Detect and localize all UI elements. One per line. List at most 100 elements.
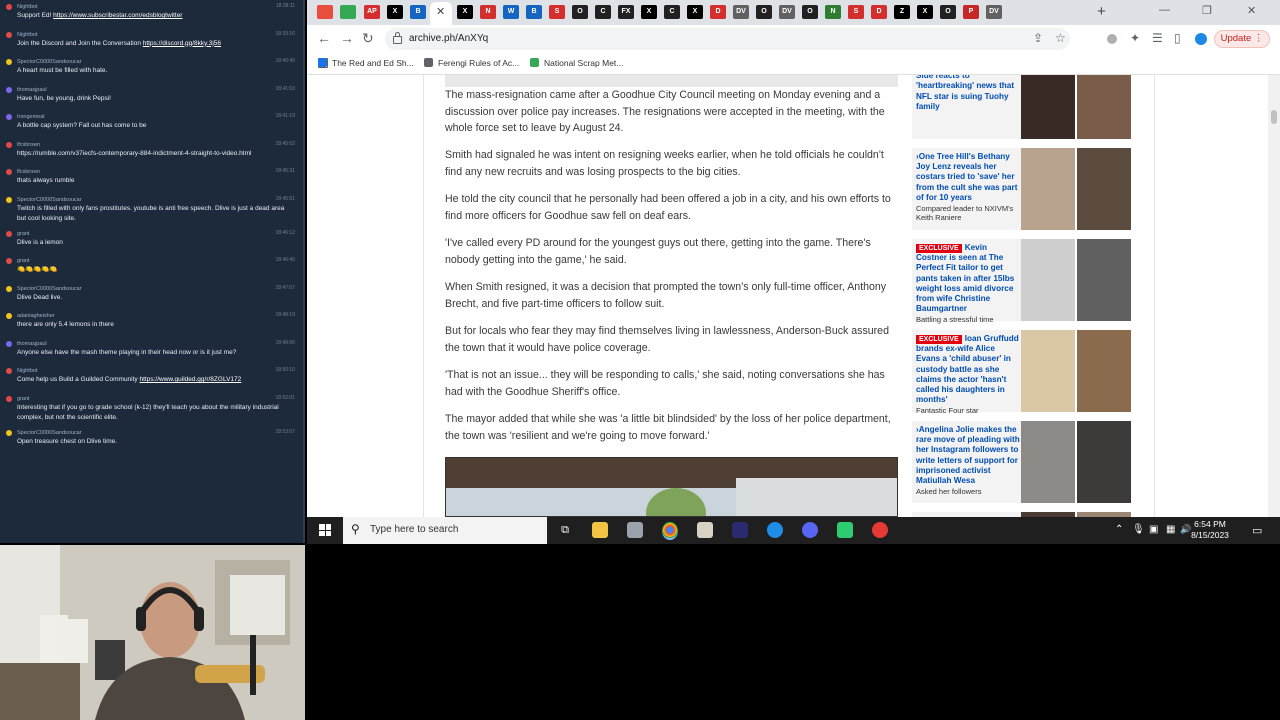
tab-favicon[interactable]: S bbox=[549, 5, 565, 19]
address-bar[interactable]: archive.ph/AnXYq bbox=[385, 28, 1070, 50]
reading-list-icon[interactable]: ☰ bbox=[1152, 31, 1163, 45]
chat-username[interactable]: Nightbot bbox=[17, 3, 299, 11]
sidebar-headline[interactable]: ›Angelina Jolie makes the rare move of p… bbox=[916, 425, 1020, 496]
chat-scrollbar[interactable] bbox=[303, 0, 305, 543]
chat-username[interactable]: thomasjpaul bbox=[17, 86, 299, 94]
chat-username[interactable]: Irongemeal bbox=[17, 113, 299, 121]
page-scrollbar[interactable] bbox=[1268, 75, 1280, 517]
chat-username[interactable]: SpectorC0000Sandsoucar bbox=[17, 196, 299, 204]
app-icon-3[interactable] bbox=[767, 522, 783, 538]
task-view-icon[interactable]: ⧉ bbox=[557, 522, 573, 538]
sidebar-thumbnail[interactable] bbox=[1021, 330, 1131, 412]
tab-favicon[interactable]: X bbox=[387, 5, 403, 19]
profile-avatar[interactable] bbox=[1195, 33, 1207, 45]
tab-favicon[interactable]: D bbox=[871, 5, 887, 19]
chat-username[interactable]: lfcsbrown bbox=[17, 168, 299, 176]
tab-favicon[interactable]: O bbox=[802, 5, 818, 19]
maximize-icon[interactable]: ❐ bbox=[1202, 4, 1212, 17]
chat-username[interactable]: grant bbox=[17, 257, 299, 265]
active-tab[interactable]: ✕ bbox=[430, 2, 452, 25]
minimize-icon[interactable]: — bbox=[1159, 4, 1170, 16]
file-explorer-icon[interactable] bbox=[592, 522, 608, 538]
taskbar-search-box[interactable]: ⚲ Type here to search bbox=[343, 517, 547, 544]
network-icon[interactable]: ▦ bbox=[1166, 524, 1175, 535]
chat-username[interactable]: grant bbox=[17, 230, 299, 238]
chat-username[interactable]: Nightbot bbox=[17, 31, 299, 39]
tab-favicon[interactable]: P bbox=[963, 5, 979, 19]
bookmark-item[interactable]: National Scrap Met... bbox=[530, 58, 623, 68]
tray-app-icon[interactable]: ▣ bbox=[1149, 524, 1158, 535]
bookmark-star-icon[interactable]: ☆ bbox=[1055, 31, 1066, 45]
sidebar-news-item[interactable]: ›One Tree Hill's Bethany Joy Lenz reveal… bbox=[912, 148, 1131, 230]
microphone-icon[interactable]: 🎙 bbox=[1132, 524, 1145, 535]
sidebar-thumbnail[interactable] bbox=[1021, 75, 1131, 139]
sidebar-thumbnail[interactable] bbox=[1021, 421, 1131, 503]
chat-username[interactable]: SpectorC0000Sandsoucar bbox=[17, 285, 299, 293]
chat-username[interactable]: adaniagheisher bbox=[17, 312, 299, 320]
tray-chevron-icon[interactable]: ⌃ bbox=[1115, 524, 1123, 535]
tab-favicon[interactable] bbox=[317, 5, 333, 19]
forward-icon[interactable]: → bbox=[340, 30, 354, 46]
tab-favicon[interactable] bbox=[340, 5, 356, 19]
chat-username[interactable]: SpectorC0000Sandsoucar bbox=[17, 429, 299, 437]
tab-favicon[interactable]: DV bbox=[986, 5, 1002, 19]
chrome-icon[interactable] bbox=[662, 522, 678, 540]
update-button[interactable]: Update ⋮ bbox=[1214, 30, 1270, 48]
sidebar-thumbnail[interactable] bbox=[1021, 148, 1131, 230]
bookmark-item[interactable]: Ferengi Rules of Ac... bbox=[424, 58, 519, 68]
share-icon[interactable]: ⇪ bbox=[1033, 31, 1043, 45]
extensions-puzzle-icon[interactable]: ✦ bbox=[1130, 31, 1140, 45]
back-icon[interactable]: ← bbox=[317, 30, 331, 46]
tab-favicon[interactable]: X bbox=[641, 5, 657, 19]
scrollbar-thumb[interactable] bbox=[1271, 110, 1277, 124]
tab-favicon[interactable]: D bbox=[710, 5, 726, 19]
tab-favicon[interactable]: O bbox=[940, 5, 956, 19]
tab-favicon[interactable]: X bbox=[457, 5, 473, 19]
sidebar-headline[interactable]: EXCLUSIVE Kevin Costner is seen at The Pe… bbox=[916, 243, 1020, 324]
tab-favicon[interactable]: O bbox=[756, 5, 772, 19]
app-icon-5[interactable] bbox=[872, 522, 888, 538]
tab-favicon[interactable]: C bbox=[595, 5, 611, 19]
tab-favicon[interactable]: Z bbox=[894, 5, 910, 19]
taskbar-clock[interactable]: 6:54 PM 8/15/2023 bbox=[1185, 519, 1235, 541]
tab-favicon[interactable]: X bbox=[687, 5, 703, 19]
app-icon-2[interactable] bbox=[732, 522, 748, 538]
media-player-icon[interactable] bbox=[697, 522, 713, 538]
tab-favicon[interactable]: O bbox=[572, 5, 588, 19]
side-panel-icon[interactable]: ▯ bbox=[1174, 31, 1181, 45]
notifications-icon[interactable]: ▭ bbox=[1252, 524, 1262, 537]
tab-favicon[interactable]: B bbox=[526, 5, 542, 19]
chat-username[interactable]: SpectorC0000Sandsoucar bbox=[17, 58, 299, 66]
discord-icon[interactable] bbox=[802, 522, 818, 538]
new-tab-button[interactable]: + bbox=[1097, 3, 1106, 20]
url-text[interactable]: archive.ph/AnXYq bbox=[409, 33, 488, 44]
tab-favicon[interactable]: AP bbox=[364, 5, 380, 19]
chat-username[interactable]: thomasjpaul bbox=[17, 340, 299, 348]
tab-favicon[interactable]: FX bbox=[618, 5, 634, 19]
chat-username[interactable]: Nightbot bbox=[17, 367, 299, 375]
tab-favicon[interactable]: DV bbox=[779, 5, 795, 19]
tab-favicon[interactable]: DV bbox=[733, 5, 749, 19]
sidebar-headline[interactable]: ›Michael Oher in The Blind Side reacts t… bbox=[916, 75, 1020, 112]
tab-favicon[interactable]: X bbox=[917, 5, 933, 19]
extension-icon[interactable] bbox=[1107, 34, 1117, 44]
chat-username[interactable]: grant bbox=[17, 395, 299, 403]
sidebar-thumbnail[interactable] bbox=[1021, 239, 1131, 321]
close-tab-icon[interactable]: ✕ bbox=[436, 5, 445, 18]
tab-favicon[interactable]: S bbox=[848, 5, 864, 19]
sidebar-news-item[interactable]: ›Angelina Jolie makes the rare move of p… bbox=[912, 421, 1131, 503]
bookmark-item[interactable]: The Red and Ed Sh... bbox=[318, 58, 414, 68]
tab-favicon[interactable]: W bbox=[503, 5, 519, 19]
sidebar-headline[interactable]: EXCLUSIVE Ioan Gruffudd brands ex-wife Al… bbox=[916, 334, 1020, 415]
app-icon-4[interactable] bbox=[837, 522, 853, 538]
sidebar-news-item[interactable]: EXCLUSIVE Kevin Costner is seen at The Pe… bbox=[912, 239, 1131, 324]
chat-link[interactable]: https://discord.gg/8kky.3j56 bbox=[143, 40, 221, 47]
close-window-icon[interactable]: ✕ bbox=[1247, 4, 1256, 17]
tab-favicon[interactable]: N bbox=[480, 5, 496, 19]
app-icon[interactable] bbox=[627, 522, 643, 538]
sidebar-news-item[interactable]: EXCLUSIVE Ioan Gruffudd brands ex-wife Al… bbox=[912, 330, 1131, 415]
reload-icon[interactable]: ↻ bbox=[362, 30, 374, 47]
tab-favicon[interactable]: N bbox=[825, 5, 841, 19]
tab-favicon[interactable]: B bbox=[410, 5, 426, 19]
chat-link[interactable]: https://www.subscribestar.com/edsblogtwi… bbox=[53, 12, 182, 19]
